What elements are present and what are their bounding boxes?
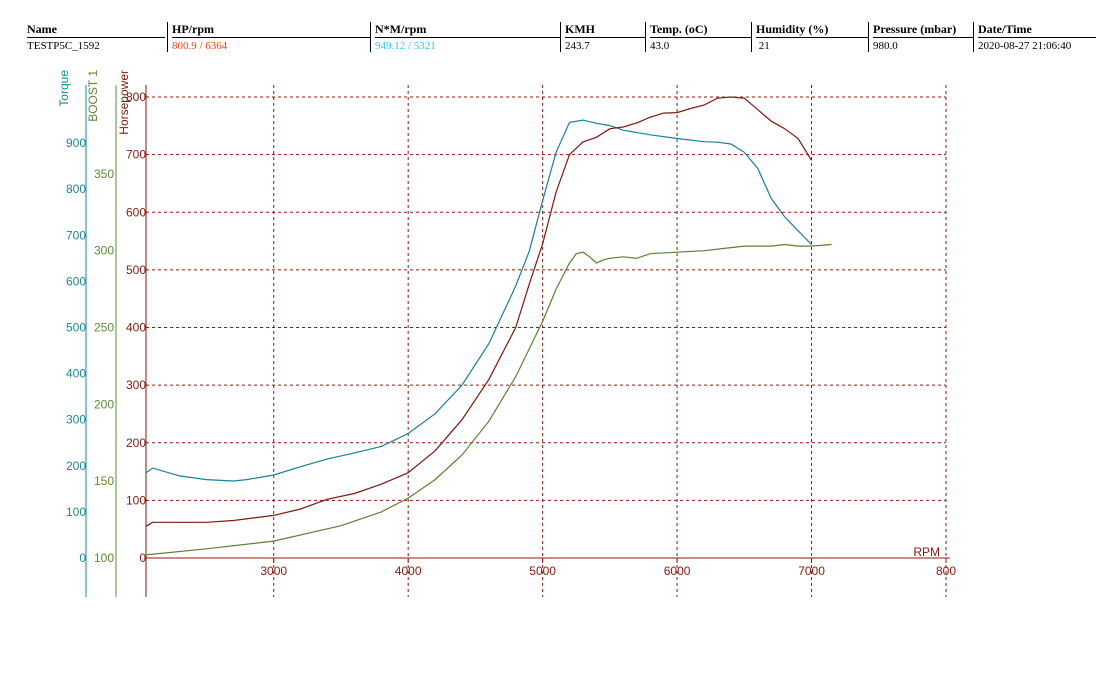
- y-axis-title: Torque: [57, 70, 71, 107]
- y-tick-label: 500: [126, 263, 146, 277]
- y-tick-label: 250: [94, 321, 114, 335]
- y-tick-label: 300: [126, 378, 146, 392]
- x-tick-label: 800: [936, 564, 956, 578]
- y-tick-label: 100: [126, 493, 146, 507]
- y-tick-label: 700: [126, 148, 146, 162]
- y-tick-label: 100: [66, 505, 86, 519]
- y-tick-label: 600: [66, 274, 86, 288]
- x-tick-label: 6000: [664, 564, 691, 578]
- series-line-torque: [145, 119, 812, 482]
- x-tick-label: 4000: [395, 564, 422, 578]
- y-tick-label: 200: [126, 436, 146, 450]
- y-tick-label: 200: [94, 397, 114, 411]
- y-tick-label: 600: [126, 205, 146, 219]
- y-axis-title: Horsepower: [117, 70, 131, 135]
- y-tick-label: 350: [94, 167, 114, 181]
- y-tick-label: 400: [126, 321, 146, 335]
- y-tick-label: 800: [66, 182, 86, 196]
- x-tick-label: 5000: [529, 564, 556, 578]
- x-tick-label: 3000: [260, 564, 287, 578]
- y-tick-label: 200: [66, 459, 86, 473]
- y-tick-label: 300: [66, 413, 86, 427]
- x-tick-label: 7000: [798, 564, 825, 578]
- y-tick-label: 100: [94, 551, 114, 565]
- y-tick-label: 700: [66, 228, 86, 242]
- y-axis-title: BOOST 1: [86, 70, 100, 122]
- y-tick-label: 300: [94, 244, 114, 258]
- y-tick-label: 400: [66, 367, 86, 381]
- x-axis-label: RPM: [913, 545, 940, 559]
- series-line-boost-1: [145, 243, 832, 556]
- y-tick-label: 150: [94, 474, 114, 488]
- y-tick-label: 900: [66, 136, 86, 150]
- series-line-horsepower: [145, 96, 813, 527]
- y-tick-label: 500: [66, 321, 86, 335]
- y-tick-label: 0: [139, 551, 146, 565]
- y-tick-label: 0: [79, 551, 86, 565]
- dyno-chart: 3000 4000 5000 6000 7000 800RPM01002003004005…: [57, 70, 956, 597]
